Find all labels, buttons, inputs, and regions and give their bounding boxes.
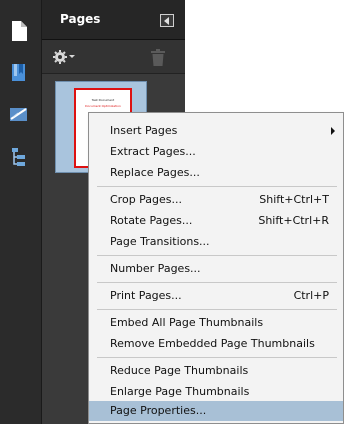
menu-item-shortcut: Shift+Ctrl+R	[258, 214, 329, 227]
menu-item-label: Remove Embedded Page Thumbnails	[110, 337, 315, 350]
menu-item-label: Reduce Page Thumbnails	[110, 364, 249, 377]
menu-item-embed-all-thumbnails[interactable]: Embed All Page Thumbnails	[89, 313, 343, 333]
menu-item-label: Number Pages...	[110, 262, 201, 275]
menu-item-label: Replace Pages...	[110, 166, 200, 179]
menu-item-label: Page Properties...	[110, 404, 207, 417]
menu-item-reduce-thumbnails[interactable]: Reduce Page Thumbnails	[89, 361, 343, 381]
menu-item-label: Print Pages...	[110, 289, 182, 302]
options-gear-icon[interactable]	[52, 48, 76, 70]
menu-item-remove-embedded-thumbnails[interactable]: Remove Embedded Page Thumbnails	[89, 334, 343, 354]
menu-item-label: Page Transitions...	[110, 235, 210, 248]
bookmarks-icon[interactable]	[8, 62, 30, 88]
menu-item-label: Rotate Pages...	[110, 214, 193, 227]
navigation-rail	[0, 0, 42, 424]
collapse-panel-button[interactable]	[160, 14, 174, 27]
menu-item-replace-pages[interactable]: Replace Pages...	[89, 163, 343, 183]
menu-item-label: Enlarge Page Thumbnails	[110, 385, 250, 398]
thumbnail-title: Test Document	[91, 98, 115, 102]
menu-item-label: Crop Pages...	[110, 193, 183, 206]
menu-separator	[97, 186, 337, 187]
panel-header: Pages	[42, 0, 185, 40]
menu-item-number-pages[interactable]: Number Pages...	[89, 259, 343, 279]
panel-title: Pages	[60, 12, 101, 26]
signatures-icon[interactable]	[8, 104, 30, 130]
menu-separator	[97, 255, 337, 256]
thumbnail-subtitle: Document Optimization	[85, 104, 121, 108]
menu-separator	[97, 309, 337, 310]
menu-item-page-transitions[interactable]: Page Transitions...	[89, 232, 343, 252]
menu-item-rotate-pages[interactable]: Rotate Pages... Shift+Ctrl+R	[89, 211, 343, 231]
panel-toolbar	[42, 40, 185, 74]
menu-item-label: Embed All Page Thumbnails	[110, 316, 264, 329]
menu-separator	[97, 282, 337, 283]
layers-tree-icon[interactable]	[8, 146, 30, 172]
menu-item-shortcut: Shift+Ctrl+T	[259, 193, 329, 206]
menu-separator	[97, 357, 337, 358]
menu-item-insert-pages[interactable]: Insert Pages	[89, 121, 343, 141]
menu-item-shortcut: Ctrl+P	[293, 289, 329, 302]
menu-item-extract-pages[interactable]: Extract Pages...	[89, 142, 343, 162]
menu-item-page-properties[interactable]: Page Properties...	[89, 401, 343, 421]
submenu-arrow-icon	[331, 127, 335, 135]
menu-item-label: Extract Pages...	[110, 145, 196, 158]
menu-item-crop-pages[interactable]: Crop Pages... Shift+Ctrl+T	[89, 190, 343, 210]
menu-item-print-pages[interactable]: Print Pages... Ctrl+P	[89, 286, 343, 306]
pages-icon[interactable]	[8, 20, 30, 46]
context-menu: Insert Pages Extract Pages... Replace Pa…	[88, 112, 344, 424]
menu-item-enlarge-thumbnails[interactable]: Enlarge Page Thumbnails	[89, 382, 343, 402]
delete-trash-icon[interactable]	[150, 49, 166, 71]
menu-item-label: Insert Pages	[110, 124, 178, 137]
